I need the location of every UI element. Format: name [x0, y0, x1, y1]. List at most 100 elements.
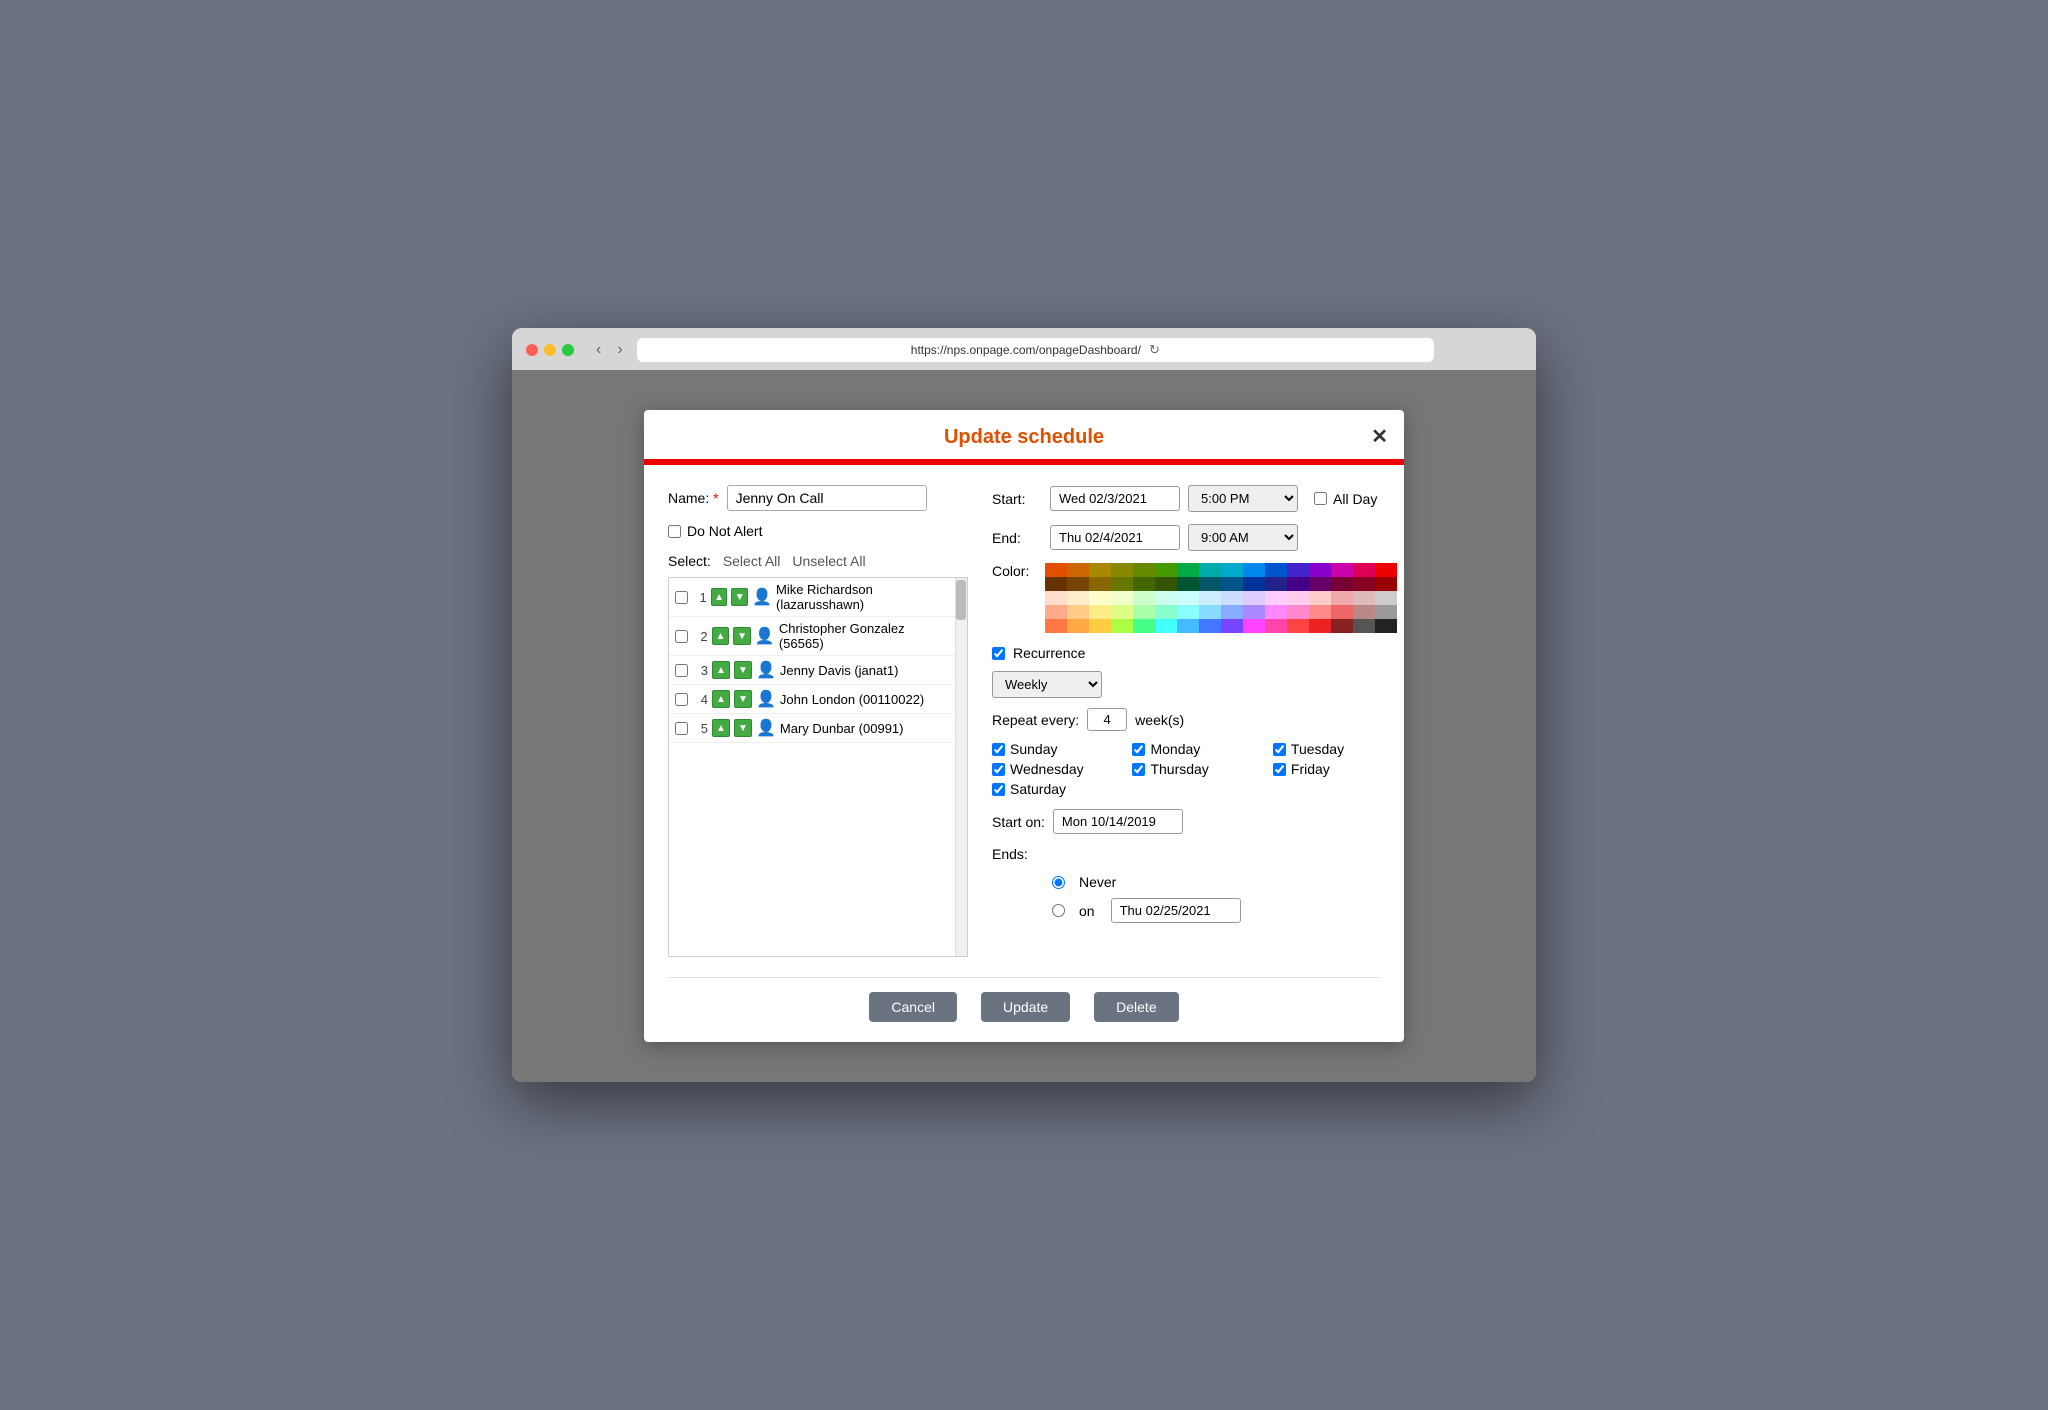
color-cell[interactable]: [1331, 563, 1353, 577]
ends-on-date-input[interactable]: [1111, 898, 1241, 923]
move-down-1[interactable]: ▼: [731, 588, 748, 606]
color-cell[interactable]: [1199, 577, 1221, 591]
color-cell[interactable]: [1243, 619, 1265, 633]
color-cell[interactable]: [1375, 619, 1397, 633]
person-checkbox-1[interactable]: [675, 591, 688, 604]
color-cell[interactable]: [1177, 563, 1199, 577]
all-day-checkbox[interactable]: [1314, 492, 1327, 505]
color-cell[interactable]: [1287, 563, 1309, 577]
color-cell[interactable]: [1309, 591, 1331, 605]
unselect-all-link[interactable]: Unselect All: [792, 553, 865, 569]
move-up-3[interactable]: ▲: [712, 661, 730, 679]
ends-on-radio[interactable]: [1052, 904, 1065, 917]
color-cell[interactable]: [1375, 605, 1397, 619]
color-cell[interactable]: [1353, 619, 1375, 633]
color-cell[interactable]: [1133, 605, 1155, 619]
color-cell[interactable]: [1067, 619, 1089, 633]
color-cell[interactable]: [1111, 591, 1133, 605]
modal-close-button[interactable]: ✕: [1371, 424, 1388, 449]
tuesday-checkbox[interactable]: [1273, 743, 1286, 756]
color-cell[interactable]: [1155, 577, 1177, 591]
ends-never-radio[interactable]: [1052, 876, 1065, 889]
color-cell[interactable]: [1353, 563, 1375, 577]
close-traffic-light[interactable]: [526, 344, 538, 356]
color-cell[interactable]: [1045, 563, 1067, 577]
recurrence-checkbox[interactable]: [992, 647, 1005, 660]
color-cell[interactable]: [1265, 577, 1287, 591]
color-cell[interactable]: [1265, 619, 1287, 633]
color-cell[interactable]: [1287, 577, 1309, 591]
move-up-4[interactable]: ▲: [712, 690, 730, 708]
sunday-checkbox[interactable]: [992, 743, 1005, 756]
color-cell[interactable]: [1199, 605, 1221, 619]
person-checkbox-5[interactable]: [675, 722, 688, 735]
color-cell[interactable]: [1375, 577, 1397, 591]
name-input[interactable]: [727, 485, 927, 511]
color-cell[interactable]: [1177, 577, 1199, 591]
color-cell[interactable]: [1177, 591, 1199, 605]
color-cell[interactable]: [1111, 563, 1133, 577]
move-down-5[interactable]: ▼: [734, 719, 752, 737]
color-cell[interactable]: [1265, 563, 1287, 577]
color-cell[interactable]: [1089, 605, 1111, 619]
color-cell[interactable]: [1045, 605, 1067, 619]
person-checkbox-4[interactable]: [675, 693, 688, 706]
color-cell[interactable]: [1177, 619, 1199, 633]
color-cell[interactable]: [1067, 591, 1089, 605]
end-date-input[interactable]: [1050, 525, 1180, 550]
color-cell[interactable]: [1309, 605, 1331, 619]
delete-button[interactable]: Delete: [1094, 992, 1178, 1022]
update-button[interactable]: Update: [981, 992, 1070, 1022]
move-up-1[interactable]: ▲: [711, 588, 728, 606]
color-cell[interactable]: [1067, 563, 1089, 577]
color-cell[interactable]: [1375, 563, 1397, 577]
person-checkbox-2[interactable]: [675, 630, 688, 643]
color-cell[interactable]: [1045, 619, 1067, 633]
color-cell[interactable]: [1221, 563, 1243, 577]
forward-button[interactable]: ›: [611, 339, 628, 361]
color-cell[interactable]: [1089, 619, 1111, 633]
color-cell[interactable]: [1265, 605, 1287, 619]
friday-checkbox[interactable]: [1273, 763, 1286, 776]
monday-checkbox[interactable]: [1132, 743, 1145, 756]
color-cell[interactable]: [1331, 605, 1353, 619]
start-time-select[interactable]: 5:00 PM 6:00 PM: [1188, 485, 1298, 512]
color-cell[interactable]: [1067, 605, 1089, 619]
color-cell[interactable]: [1199, 619, 1221, 633]
color-cell[interactable]: [1155, 605, 1177, 619]
color-cell[interactable]: [1309, 577, 1331, 591]
color-cell[interactable]: [1287, 619, 1309, 633]
color-cell[interactable]: [1331, 577, 1353, 591]
thursday-checkbox[interactable]: [1132, 763, 1145, 776]
color-cell[interactable]: [1375, 591, 1397, 605]
color-cell[interactable]: [1221, 591, 1243, 605]
color-cell[interactable]: [1045, 577, 1067, 591]
end-time-select[interactable]: 9:00 AM 10:00 AM: [1188, 524, 1298, 551]
color-cell[interactable]: [1045, 591, 1067, 605]
color-cell[interactable]: [1089, 577, 1111, 591]
color-cell[interactable]: [1353, 591, 1375, 605]
color-cell[interactable]: [1243, 563, 1265, 577]
color-cell[interactable]: [1111, 605, 1133, 619]
color-cell[interactable]: [1287, 591, 1309, 605]
color-cell[interactable]: [1199, 591, 1221, 605]
color-cell[interactable]: [1221, 577, 1243, 591]
move-down-2[interactable]: ▼: [733, 627, 751, 645]
color-cell[interactable]: [1111, 619, 1133, 633]
minimize-traffic-light[interactable]: [544, 344, 556, 356]
color-cell[interactable]: [1133, 591, 1155, 605]
color-cell[interactable]: [1353, 605, 1375, 619]
color-cell[interactable]: [1089, 591, 1111, 605]
move-up-5[interactable]: ▲: [712, 719, 730, 737]
color-cell[interactable]: [1221, 619, 1243, 633]
do-not-alert-checkbox[interactable]: [668, 525, 681, 538]
color-cell[interactable]: [1331, 619, 1353, 633]
color-cell[interactable]: [1287, 605, 1309, 619]
cancel-button[interactable]: Cancel: [869, 992, 957, 1022]
color-cell[interactable]: [1243, 577, 1265, 591]
color-cell[interactable]: [1155, 619, 1177, 633]
color-cell[interactable]: [1177, 605, 1199, 619]
color-cell[interactable]: [1265, 591, 1287, 605]
maximize-traffic-light[interactable]: [562, 344, 574, 356]
address-bar[interactable]: https://nps.onpage.com/onpageDashboard/ …: [637, 338, 1434, 362]
